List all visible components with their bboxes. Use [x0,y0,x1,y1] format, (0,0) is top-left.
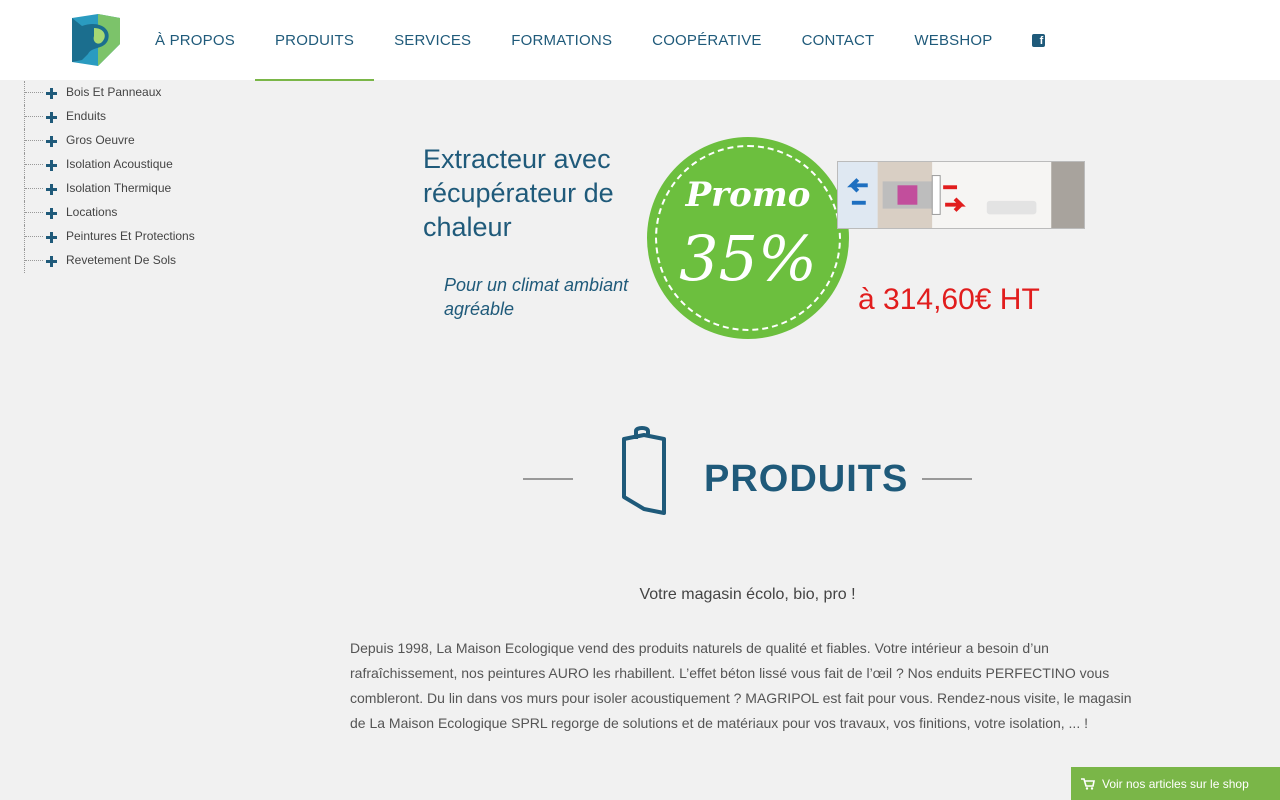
nav-item-formations[interactable]: FORMATIONS [491,0,632,80]
promo-badge-word: Promo [685,175,811,215]
tree-item-locations[interactable]: Locations [22,201,252,225]
tree-item-label[interactable]: Locations [66,205,117,219]
tree-item-label[interactable]: Peintures Et Protections [66,229,195,243]
tree-item-revetement-de-sols[interactable]: Revetement De Sols [22,249,252,273]
facebook-icon: f [1032,33,1046,47]
section-tagline: Votre magasin écolo, bio, pro ! [639,586,856,603]
expand-plus-icon[interactable] [45,183,58,196]
logo[interactable] [68,14,122,66]
nav-item-cooperative[interactable]: COOPÉRATIVE [632,0,781,80]
expand-plus-icon[interactable] [45,87,58,100]
nav-item-services[interactable]: SERVICES [374,0,491,80]
tree-item-isolation-thermique[interactable]: Isolation Thermique [22,177,252,201]
tree-item-label[interactable]: Enduits [66,109,106,123]
cart-icon [1081,777,1095,790]
product-image [837,161,1085,229]
category-tree: Bois Et Panneaux Enduits Gros Oeuvre Iso… [22,81,252,273]
tree-item-label[interactable]: Isolation Acoustique [66,157,173,171]
promo-badge: Promo 35% [647,137,849,339]
site-header: À PROPOS PRODUITS SERVICES FORMATIONS CO… [0,0,1280,81]
expand-plus-icon[interactable] [45,207,58,220]
expand-plus-icon[interactable] [45,255,58,268]
nav-item-produits[interactable]: PRODUITS [254,0,375,81]
expand-plus-icon[interactable] [45,135,58,148]
tree-item-label[interactable]: Bois Et Panneaux [66,85,161,99]
tree-item-label[interactable]: Gros Oeuvre [66,133,135,147]
divider-right [922,478,972,480]
section-body: Depuis 1998, La Maison Ecologique vend d… [350,640,1132,731]
promo-badge-percent: 35% [679,222,817,295]
promo-title: Extracteur avec récupérateur de chaleur [423,144,614,242]
expand-plus-icon[interactable] [45,231,58,244]
tree-item-label[interactable]: Isolation Thermique [66,181,171,195]
tree-item-label[interactable]: Revetement De Sols [66,253,176,267]
nav-item-facebook[interactable]: f [1012,0,1065,80]
expand-plus-icon[interactable] [45,159,58,172]
tree-item-gros-oeuvre[interactable]: Gros Oeuvre [22,129,252,153]
divider-left [523,478,573,480]
tree-item-bois-et-panneaux[interactable]: Bois Et Panneaux [22,81,252,105]
tree-item-enduits[interactable]: Enduits [22,105,252,129]
main-nav: À PROPOS PRODUITS SERVICES FORMATIONS CO… [135,0,1065,81]
nav-item-webshop[interactable]: WEBSHOP [894,0,1012,80]
promo-subtitle: Pour un climat ambiant agréable [444,275,629,319]
nav-item-contact[interactable]: CONTACT [782,0,895,80]
expand-plus-icon[interactable] [45,111,58,124]
shop-link-button[interactable]: Voir nos articles sur le shop [1071,767,1280,800]
tree-item-isolation-acoustique[interactable]: Isolation Acoustique [22,153,252,177]
shopping-bag-icon [622,426,666,515]
nav-item-a-propos[interactable]: À PROPOS [135,0,255,80]
section-title: PRODUITS [704,458,909,500]
tree-item-peintures-et-protections[interactable]: Peintures Et Protections [22,225,252,249]
promo-price: à 314,60€ HT [858,283,1040,316]
shop-link-label: Voir nos articles sur le shop [1102,776,1249,791]
